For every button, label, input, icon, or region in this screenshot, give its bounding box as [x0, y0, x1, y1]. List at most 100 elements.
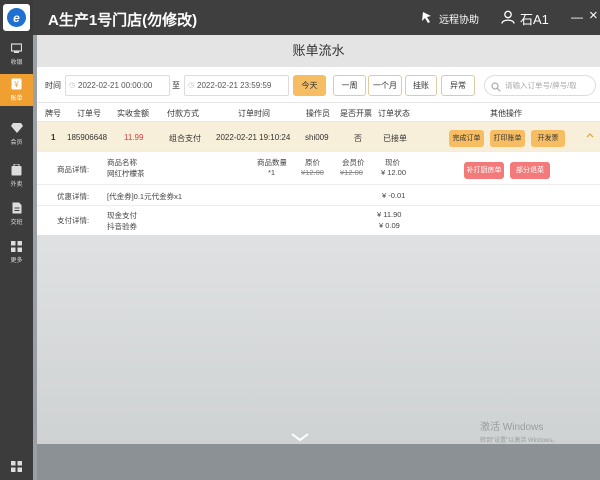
sidebar-item-label: 会员 — [10, 140, 23, 146]
start-date-value: 2022-02-21 00:00:00 — [78, 81, 153, 90]
goods-header-now: 现价 — [385, 158, 400, 167]
to-label: 至 — [172, 81, 180, 90]
collapse-icon[interactable] — [586, 130, 594, 141]
chevron-down-icon[interactable] — [290, 432, 310, 444]
print-bill-button[interactable]: 打印账单 — [490, 130, 525, 147]
windows-activation-watermark: 激活 Windows 转到"设置"以激活 Windows。 — [480, 418, 558, 444]
sidebar-item-label: 交班 — [10, 220, 23, 226]
empty-area — [37, 235, 600, 444]
row-pay-method: 组合支付 — [169, 134, 201, 143]
sidebar-item-cashier[interactable]: 收银 — [0, 38, 33, 70]
col-number: 牌号 — [45, 109, 61, 118]
order-detail: 商品详情: 商品名称 商品数量 原价 会员价 现价 网红柠檬茶 *1 ¥12.0… — [37, 152, 600, 235]
row-amount: 11.99 — [124, 133, 144, 142]
col-invoice: 是否开票 — [340, 109, 372, 118]
pay-item-value: ¥ 11.90 — [377, 210, 402, 219]
today-button[interactable]: 今天 — [293, 75, 326, 96]
discount-value: ¥ -0.01 — [382, 191, 406, 200]
sidebar-item-takeout[interactable]: 外卖 — [0, 160, 33, 192]
remote-assist-button[interactable]: 远程协助 — [421, 11, 479, 26]
remote-assist-label: 远程协助 — [439, 15, 479, 26]
sidebar-item-label: 账单 — [10, 96, 23, 102]
sidebar: e 收银 ¥ 账单 会员 外卖 交班 更多 — [0, 0, 33, 480]
col-actions: 其他操作 — [490, 109, 522, 118]
table-row[interactable]: 1 185906648 11.99 组合支付 2022-02-21 19:10:… — [37, 122, 600, 152]
footer-bar — [37, 444, 600, 480]
more-icon — [11, 240, 23, 252]
complete-order-button[interactable]: 完成订单 — [449, 130, 484, 147]
row-order-id: 185906648 — [67, 133, 108, 142]
user-icon — [501, 10, 515, 27]
search-placeholder: 请输入订单号/牌号/取 — [505, 81, 577, 90]
cashier-icon — [11, 42, 23, 54]
sidebar-item-label: 更多 — [10, 258, 23, 264]
search-icon — [491, 80, 501, 99]
sidebar-item-more[interactable]: 更多 — [0, 236, 33, 268]
sidebar-item-member[interactable]: 会员 — [0, 118, 33, 150]
table-header: 牌号 订单号 实收金额 付款方式 订单时间 操作员 是否开票 订单状态 其他操作 — [37, 103, 600, 122]
col-pay-method: 付款方式 — [167, 109, 199, 118]
close-button[interactable]: × — [589, 7, 598, 24]
watermark-title: 激活 Windows — [480, 422, 544, 433]
issue-invoice-button[interactable]: 开发票 — [531, 130, 565, 147]
row-operator: shi009 — [305, 133, 329, 142]
goods-item-qty: *1 — [268, 168, 276, 177]
end-date-input[interactable]: ◷ 2022-02-21 23:59:59 — [184, 75, 289, 96]
goods-item-name: 网红柠檬茶 — [107, 169, 145, 178]
goods-header-qty: 商品数量 — [257, 158, 287, 167]
minimize-button[interactable]: — — [571, 10, 583, 24]
user-name: 石A1 — [520, 12, 549, 27]
reprint-kitchen-button[interactable]: 补打厨房单 — [464, 162, 504, 179]
takeout-icon — [11, 164, 23, 176]
app-logo: e — [3, 4, 30, 31]
month-button[interactable]: 一个月 — [368, 75, 402, 96]
on-account-button[interactable]: 挂账 — [405, 75, 437, 96]
col-status: 订单状态 — [378, 109, 410, 118]
goods-item-orig: ¥12.00 — [301, 168, 324, 177]
col-order: 订单号 — [77, 109, 101, 118]
search-input[interactable]: 请输入订单号/牌号/取 — [484, 75, 596, 96]
apps-grid-icon[interactable] — [11, 461, 22, 472]
exception-button[interactable]: 异常 — [441, 75, 475, 96]
goods-item-member: ¥12.00 — [340, 168, 363, 177]
discount-item: [代金券]0.1元代金券x1 — [107, 192, 183, 201]
goods-detail-label: 商品详情: — [57, 165, 90, 174]
discount-detail-label: 优惠详情: — [57, 192, 90, 201]
pay-item-name: 抖音验券 — [107, 222, 137, 231]
row-order-time: 2022-02-21 19:10:24 — [216, 133, 291, 142]
row-invoiced: 否 — [354, 134, 362, 143]
remote-assist-icon — [421, 11, 433, 26]
calendar-icon: ◷ — [69, 82, 76, 89]
watermark-subtitle: 转到"设置"以激活 Windows。 — [480, 438, 559, 444]
sidebar-item-shift[interactable]: 交班 — [0, 198, 33, 230]
goods-header-member: 会员价 — [342, 158, 365, 167]
user-menu[interactable]: 石A1 — [501, 9, 549, 28]
goods-header-name: 商品名称 — [107, 158, 137, 167]
pay-detail-label: 支付详情: — [57, 216, 90, 225]
col-order-time: 订单时间 — [238, 109, 270, 118]
shift-icon — [11, 202, 23, 214]
partial-refund-button[interactable]: 部分退菜 — [510, 162, 550, 179]
time-label: 时间 — [45, 81, 61, 90]
pay-item-name: 现金支付 — [107, 211, 137, 220]
diamond-icon — [10, 122, 23, 134]
svg-text:¥: ¥ — [13, 80, 19, 89]
calendar-icon: ◷ — [188, 82, 195, 89]
page-title: 账单流水 — [37, 35, 600, 67]
pay-item-value: ¥ 0.09 — [379, 221, 400, 230]
col-operator: 操作员 — [306, 109, 330, 118]
row-status: 已接单 — [383, 134, 407, 143]
col-amount: 实收金额 — [117, 109, 149, 118]
week-button[interactable]: 一周 — [333, 75, 366, 96]
start-date-input[interactable]: ◷ 2022-02-21 00:00:00 — [65, 75, 170, 96]
row-number: 1 — [51, 133, 56, 142]
filter-bar: 时间 ◷ 2022-02-21 00:00:00 至 ◷ 2022-02-21 … — [37, 67, 600, 103]
goods-item-now: ¥ 12.00 — [381, 168, 407, 177]
end-date-value: 2022-02-21 23:59:59 — [197, 81, 272, 90]
sidebar-item-label: 收银 — [10, 60, 23, 66]
top-bar: A生产1号门店(勿修改) 远程协助 石A1 — × — [33, 0, 600, 35]
bill-icon: ¥ — [11, 78, 23, 90]
sidebar-item-bill[interactable]: ¥ 账单 — [0, 74, 33, 106]
sidebar-item-label: 外卖 — [10, 182, 23, 188]
store-title: A生产1号门店(勿修改) — [48, 12, 198, 29]
